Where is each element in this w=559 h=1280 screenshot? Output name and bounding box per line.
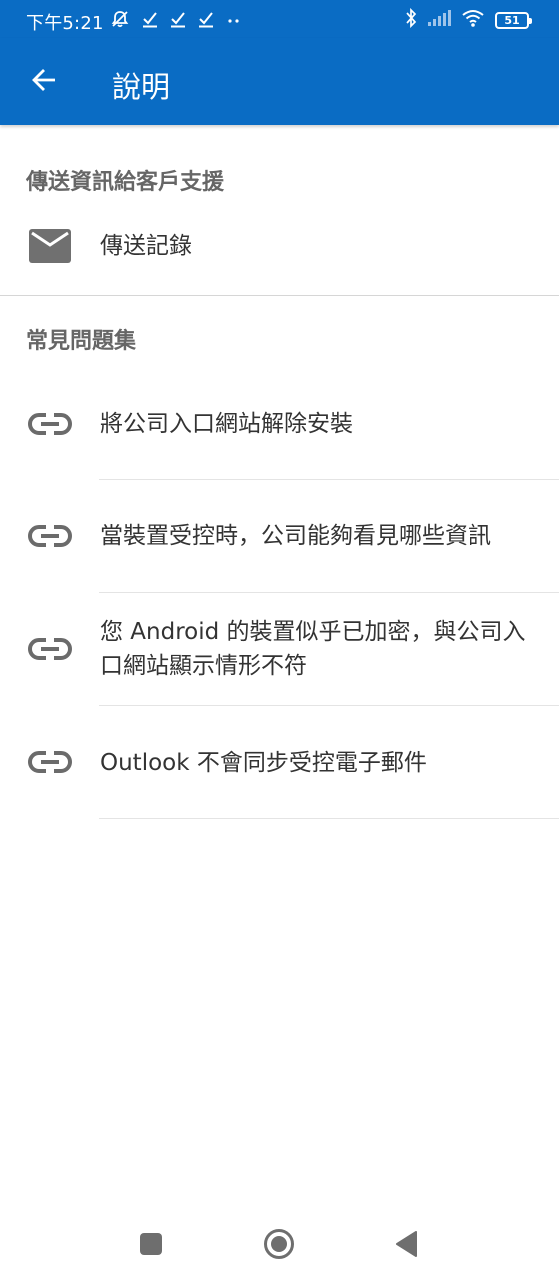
bluetooth-icon xyxy=(405,7,417,32)
page-title: 說明 xyxy=(112,70,171,104)
check-icon xyxy=(170,10,186,28)
wifi-icon xyxy=(461,8,485,32)
send-logs-label: 傳送記錄 xyxy=(100,233,192,259)
item-divider xyxy=(99,818,559,819)
app-bar: 說明 xyxy=(0,38,559,125)
support-section-header: 傳送資訊給客戶支援 xyxy=(26,170,225,195)
back-button[interactable] xyxy=(22,60,66,104)
signal-icon xyxy=(427,9,451,31)
recents-button[interactable] xyxy=(129,1224,173,1268)
mail-icon xyxy=(28,224,72,268)
faq-section-header: 常見問題集 xyxy=(26,329,137,354)
faq-item-label: 將公司入口網站解除安裝 xyxy=(100,411,353,437)
nav-back-button[interactable] xyxy=(384,1224,428,1268)
home-circle-icon xyxy=(263,1228,295,1264)
battery-icon: 51 xyxy=(495,11,532,29)
link-icon xyxy=(28,514,72,558)
link-icon xyxy=(28,627,72,671)
check-icon xyxy=(198,10,214,28)
faq-item-label: 當裝置受控時，公司能夠看見哪些資訊 xyxy=(100,523,491,549)
check-icon xyxy=(142,10,158,28)
more-dots-icon xyxy=(226,10,242,28)
arrow-left-icon xyxy=(30,66,58,98)
faq-item-outlook-sync[interactable]: Outlook 不會同步受控電子郵件 xyxy=(0,706,559,818)
link-icon xyxy=(28,402,72,446)
faq-item-uninstall[interactable]: 將公司入口網站解除安裝 xyxy=(0,368,559,480)
system-nav-bar xyxy=(0,1212,559,1280)
faq-item-company-visibility[interactable]: 當裝置受控時，公司能夠看見哪些資訊 xyxy=(0,480,559,592)
home-button[interactable] xyxy=(257,1224,301,1268)
system-status-icons: 51 xyxy=(405,7,532,32)
link-icon xyxy=(28,740,72,784)
send-logs-row[interactable]: 傳送記錄 xyxy=(0,216,559,276)
notification-icons xyxy=(110,8,242,30)
section-divider xyxy=(0,295,559,296)
faq-item-encryption[interactable]: 您 Android 的裝置似乎已加密，與公司入口網站顯示情形不符 xyxy=(0,593,559,705)
faq-item-label: Outlook 不會同步受控電子郵件 xyxy=(100,750,427,776)
recents-square-icon xyxy=(139,1232,163,1260)
status-bar: 下午5:21 51 xyxy=(0,0,559,38)
faq-item-label: 您 Android 的裝置似乎已加密，與公司入口網站顯示情形不符 xyxy=(100,619,526,679)
status-time: 下午5:21 xyxy=(26,13,104,34)
back-triangle-icon xyxy=(394,1231,418,1261)
mute-bell-icon xyxy=(110,9,130,29)
battery-level: 51 xyxy=(504,13,520,27)
